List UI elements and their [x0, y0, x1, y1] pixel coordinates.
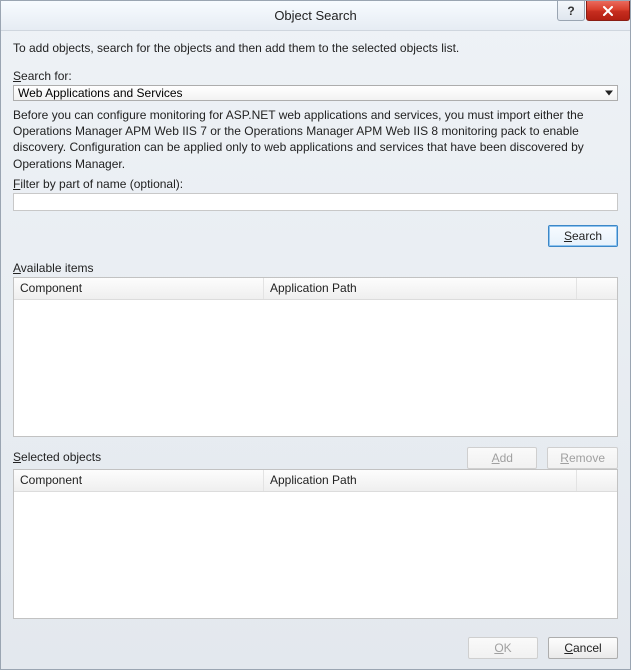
column-application-path[interactable]: Application Path [264, 278, 577, 299]
column-component[interactable]: Component [14, 470, 264, 491]
column-spacer [577, 278, 617, 299]
description-text: Before you can configure monitoring for … [13, 107, 618, 172]
ok-button: OK [468, 637, 538, 659]
available-items-grid[interactable]: Component Application Path [13, 277, 618, 437]
filter-input[interactable] [13, 193, 618, 211]
column-component[interactable]: Component [14, 278, 264, 299]
search-button[interactable]: Search [548, 225, 618, 247]
available-items-header: Component Application Path [14, 278, 617, 300]
column-spacer [577, 470, 617, 491]
titlebar: Object Search ? [1, 1, 630, 31]
window-title: Object Search [1, 8, 630, 23]
search-for-dropdown[interactable]: Web Applications and Services [13, 85, 618, 101]
object-search-dialog: Object Search ? To add objects, search f… [0, 0, 631, 670]
selected-objects-label: Selected objects [13, 450, 101, 464]
titlebar-buttons: ? [556, 1, 630, 23]
remove-button: Remove [547, 447, 618, 469]
search-for-selected: Web Applications and Services [18, 86, 183, 100]
search-for-label: Search for: [13, 69, 618, 83]
column-application-path[interactable]: Application Path [264, 470, 577, 491]
cancel-button[interactable]: Cancel [548, 637, 618, 659]
selected-objects-grid[interactable]: Component Application Path [13, 469, 618, 619]
available-items-label: Available items [13, 261, 618, 275]
instructions-text: To add objects, search for the objects a… [13, 41, 618, 55]
available-items-body[interactable] [14, 300, 617, 436]
close-button[interactable] [586, 1, 630, 21]
add-button: Add [467, 447, 537, 469]
selected-objects-body[interactable] [14, 492, 617, 618]
help-button[interactable]: ? [557, 1, 585, 21]
filter-label: Filter by part of name (optional): [13, 177, 618, 191]
selected-objects-header: Component Application Path [14, 470, 617, 492]
chevron-down-icon [605, 91, 613, 96]
dialog-content: To add objects, search for the objects a… [1, 31, 630, 669]
close-icon [602, 6, 614, 16]
